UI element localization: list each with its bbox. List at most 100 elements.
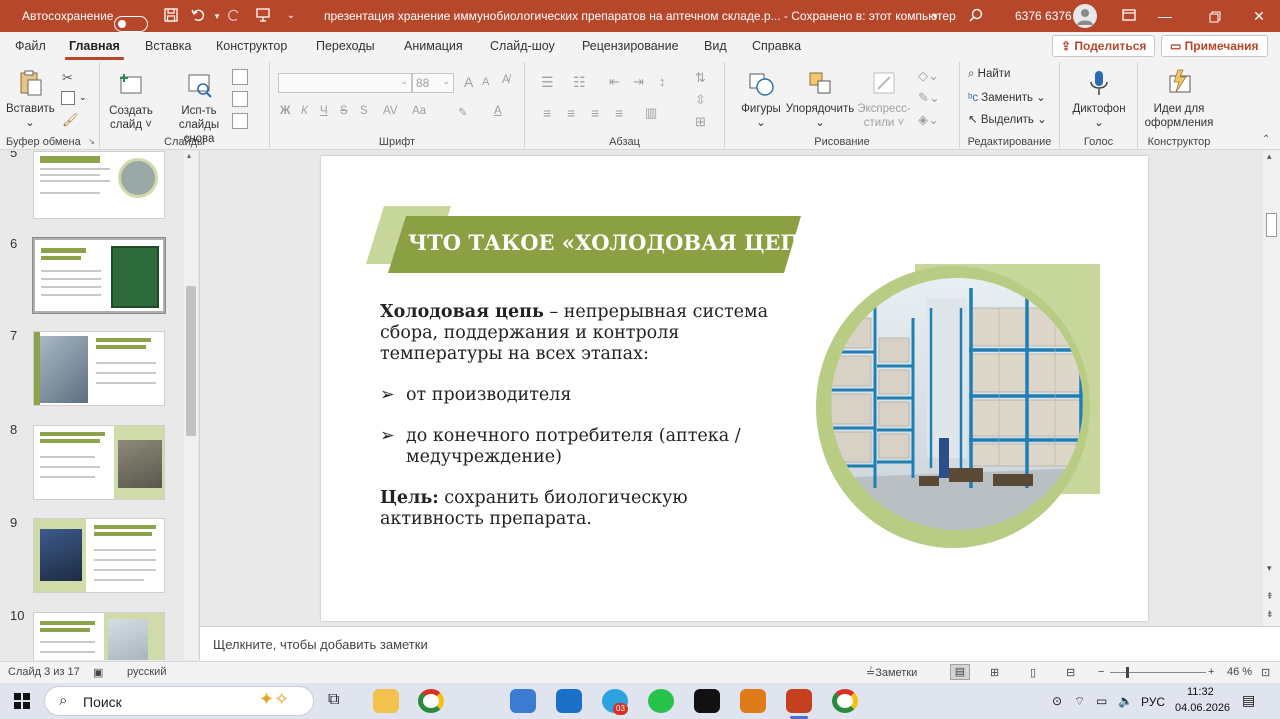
maximize-icon[interactable] (1192, 0, 1238, 32)
shrink-font-icon[interactable]: A (482, 76, 489, 88)
tab-slideshow[interactable]: Слайд-шоу (490, 39, 555, 53)
copy-dropdown-icon[interactable]: ⌄ (79, 92, 87, 103)
italic-button[interactable]: К (301, 105, 308, 117)
spellcheck-icon[interactable]: ▣ (93, 666, 103, 679)
layout-icon[interactable] (232, 69, 248, 85)
align-left-icon[interactable]: ≡ (543, 105, 551, 121)
user-avatar-icon[interactable] (1073, 4, 1097, 28)
scroll-down-icon[interactable]: ▾ (1267, 563, 1272, 574)
sublime-icon[interactable] (740, 689, 766, 713)
select-button[interactable]: ↖ Выделить ⌄ (968, 112, 1047, 126)
taskbar-search[interactable]: ⌕ Поиск ✦✧ (44, 686, 314, 716)
zoom-level[interactable]: 46 % (1227, 666, 1252, 678)
previous-slide-icon[interactable]: ⇞ (1266, 591, 1274, 602)
shape-outline-icon[interactable]: ✎⌄ (918, 90, 940, 106)
shape-fill-icon[interactable]: ◇⌄ (918, 68, 939, 84)
new-slide-button[interactable]: Создать слайд ˅ (106, 70, 156, 132)
copy-icon[interactable] (61, 91, 75, 105)
slide-sorter-icon[interactable]: ⊞ (990, 666, 999, 679)
powerpoint-icon[interactable] (786, 689, 812, 713)
zoom-slider-thumb[interactable] (1126, 667, 1129, 678)
align-right-icon[interactable]: ≡ (591, 105, 599, 121)
zoom-slider[interactable] (1110, 672, 1206, 673)
explorer-icon[interactable] (373, 689, 399, 713)
redo-icon[interactable] (225, 7, 243, 25)
clock-date[interactable]: 04.06.2026 (1175, 702, 1230, 714)
increase-indent-icon[interactable]: ⇥ (633, 74, 644, 90)
bullets-icon[interactable]: ☰ (541, 74, 554, 91)
tab-home[interactable]: Главная (65, 39, 124, 60)
strikethrough-button[interactable]: S (340, 105, 348, 117)
char-spacing-button[interactable]: AV (383, 105, 398, 117)
numbering-icon[interactable]: ☷ (573, 74, 586, 91)
next-slide-icon[interactable]: ⇟ (1266, 609, 1274, 620)
font-name-dropdown[interactable]: ⌄ (278, 73, 412, 93)
notes-button[interactable]: ≟Заметки (866, 666, 917, 679)
language-label[interactable]: русский (127, 666, 166, 678)
shadow-icon[interactable]: S (360, 105, 368, 117)
font-color-button[interactable]: A (494, 105, 502, 117)
notes-pane[interactable]: Щелкните, чтобы добавить заметки (200, 626, 1280, 661)
clear-format-icon[interactable]: A̸ (502, 74, 510, 86)
justify-icon[interactable]: ≡ (615, 105, 623, 121)
font-size-dropdown[interactable]: 88 ⌄ (412, 73, 454, 93)
dictate-button[interactable]: Диктофон ⌄ (1066, 68, 1132, 130)
input-language[interactable]: РУС (1141, 695, 1165, 709)
slide-thumbnail-7[interactable] (33, 331, 165, 406)
scroll-up-icon[interactable]: ▴ (187, 151, 191, 160)
tab-animations[interactable]: Анимация (404, 39, 463, 53)
zoom-in-icon[interactable]: + (1208, 666, 1214, 678)
task-view-icon[interactable]: ⧉ (328, 691, 339, 709)
save-icon[interactable] (162, 7, 180, 25)
fit-slide-icon[interactable]: ⊡ (1261, 666, 1270, 679)
slide-thumbnail-8[interactable] (33, 425, 165, 500)
tab-transitions[interactable]: Переходы (316, 39, 375, 53)
format-painter-icon[interactable]: 🖌 (62, 112, 79, 128)
present-icon[interactable] (254, 7, 272, 25)
share-button[interactable]: ⇪ Поделиться (1052, 35, 1156, 57)
smartart-icon[interactable]: ⊞ (695, 114, 706, 130)
chrome-icon[interactable] (418, 689, 444, 713)
tray-icon[interactable]: ⊙ (1052, 694, 1062, 708)
shapes-button[interactable]: Фигуры ⌄ (739, 68, 783, 130)
tab-file[interactable]: Файл (15, 39, 46, 53)
slideshow-icon[interactable]: ⊟ (1066, 666, 1075, 679)
autosave-toggle[interactable] (114, 16, 148, 32)
slide-title[interactable]: ЧТО ТАКОЕ «ХОЛОДОВАЯ ЦЕПЬ»? (408, 230, 843, 255)
bold-button[interactable]: Ж (280, 105, 290, 117)
start-icon[interactable] (14, 693, 30, 712)
paste-button[interactable]: Вставить ⌄ (6, 68, 55, 130)
clock-time[interactable]: 11:32 (1187, 686, 1214, 698)
scrollbar-thumb[interactable] (1266, 213, 1277, 237)
scrollbar-thumb[interactable] (186, 286, 196, 436)
outlook-icon[interactable] (556, 689, 582, 713)
text-direction-icon[interactable]: ⇅ (695, 70, 706, 86)
code-editor-icon[interactable] (510, 689, 536, 713)
wifi-icon[interactable]: ⌔ (1074, 694, 1085, 709)
ribbon-display-icon[interactable] (1120, 7, 1138, 25)
tab-help[interactable]: Справка (752, 39, 801, 53)
scroll-up-icon[interactable]: ▴ (1267, 151, 1272, 162)
design-ideas-button[interactable]: Идеи для оформления (1142, 68, 1216, 130)
slide-thumbnail-9[interactable] (33, 518, 165, 593)
bullet-item[interactable]: ➢ до конечного потребителя (аптека / меду… (380, 426, 741, 468)
align-text-icon[interactable]: ⇳ (695, 92, 706, 108)
notes-placeholder[interactable]: Щелкните, чтобы добавить заметки (213, 637, 428, 652)
align-center-icon[interactable]: ≡ (567, 105, 575, 121)
bullet-item[interactable]: ➢ от производителя (380, 385, 571, 406)
collapse-ribbon-icon[interactable]: ⌃ (1262, 134, 1270, 145)
grow-font-icon[interactable]: A (464, 74, 473, 90)
title-dropdown-icon[interactable]: ▾ (926, 7, 944, 25)
volume-icon[interactable]: 🔈 (1118, 694, 1133, 708)
zoom-out-icon[interactable]: − (1098, 666, 1104, 678)
dialog-launcher-icon[interactable]: ↘ (88, 137, 95, 146)
arrange-button[interactable]: Упорядочить ⌄ (785, 68, 855, 130)
tab-review[interactable]: Рецензирование (582, 39, 679, 53)
undo-icon[interactable] (189, 7, 207, 25)
notion-icon[interactable] (694, 689, 720, 713)
section-icon[interactable] (232, 113, 248, 129)
goal-text[interactable]: Цель: сохранить биологическую активность… (380, 488, 688, 530)
slide-thumbnail-6[interactable] (33, 238, 165, 313)
reading-view-icon[interactable]: ▯ (1030, 666, 1036, 679)
customize-icon[interactable]: ⌄ (282, 7, 300, 25)
